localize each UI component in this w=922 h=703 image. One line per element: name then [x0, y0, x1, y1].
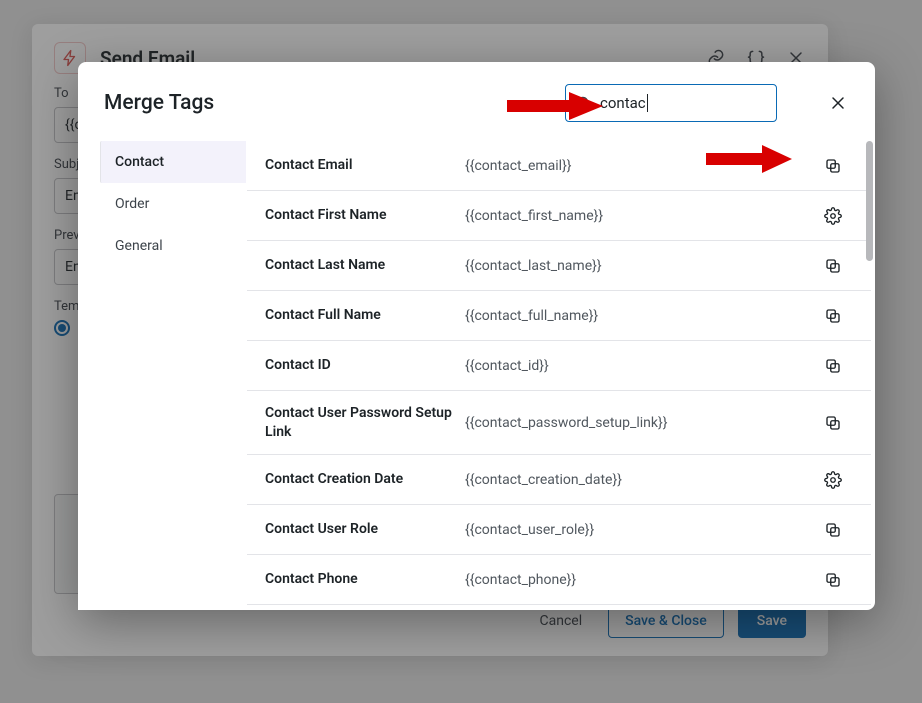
tag-token: {{contact_creation_date}} [465, 472, 819, 488]
modal-header: Merge Tags contac [78, 62, 875, 140]
modal-close-button[interactable] [827, 92, 849, 114]
modal-title: Merge Tags [104, 91, 214, 115]
tag-row: Contact Email{{contact_email}} [247, 141, 871, 191]
copy-icon[interactable] [819, 516, 847, 544]
tag-row: Contact Phone{{contact_phone}} [247, 555, 871, 605]
tag-name: Contact User Password Setup Link [265, 404, 465, 440]
category-item-order[interactable]: Order [100, 183, 246, 225]
category-list: ContactOrderGeneral [78, 141, 246, 610]
category-item-general[interactable]: General [100, 225, 246, 267]
merge-tags-modal: Merge Tags contac ContactOrderGeneral Co… [78, 62, 875, 610]
tag-name: Contact Creation Date [265, 470, 465, 488]
tag-name: Contact ID [265, 356, 465, 374]
tag-row: Contact Creation Date{{contact_creation_… [247, 455, 871, 505]
scrollbar-thumb[interactable] [866, 141, 873, 261]
search-field-wrap[interactable]: contac [565, 84, 777, 122]
search-icon [575, 95, 592, 112]
tag-row: Contact ID{{contact_id}} [247, 341, 871, 391]
tag-name: Contact Last Name [265, 256, 465, 274]
text-caret [647, 94, 648, 112]
tag-token: {{contact_email}} [465, 158, 819, 174]
tag-name: Contact Full Name [265, 306, 465, 324]
tag-name: Contact User Role [265, 520, 465, 538]
tag-row: Contact Full Name{{contact_full_name}} [247, 291, 871, 341]
tag-row: Contact User Password Setup Link{{contac… [247, 391, 871, 455]
tag-token: {{contact_id}} [465, 358, 819, 374]
copy-icon[interactable] [819, 409, 847, 437]
copy-icon[interactable] [819, 302, 847, 330]
tag-row: Contact User Role{{contact_user_role}} [247, 505, 871, 555]
search-input[interactable]: contac [600, 94, 646, 112]
tag-row: Contact First Name{{contact_first_name}} [247, 191, 871, 241]
copy-icon[interactable] [819, 252, 847, 280]
tag-token: {{contact_user_role}} [465, 522, 819, 538]
tag-name: Contact First Name [265, 206, 465, 224]
copy-icon[interactable] [819, 566, 847, 594]
tag-token: {{contact_password_setup_link}} [465, 415, 819, 431]
copy-icon[interactable] [819, 352, 847, 380]
tag-token: {{contact_full_name}} [465, 308, 819, 324]
tag-row: Contact Last Name{{contact_last_name}} [247, 241, 871, 291]
category-item-contact[interactable]: Contact [100, 141, 246, 183]
tag-name: Contact Email [265, 156, 465, 174]
copy-icon[interactable] [819, 152, 847, 180]
tag-name: Contact Phone [265, 570, 465, 588]
tag-list: Contact Email{{contact_email}} Contact F… [246, 141, 875, 610]
settings-icon[interactable] [819, 466, 847, 494]
tag-token: {{contact_first_name}} [465, 208, 819, 224]
settings-icon[interactable] [819, 202, 847, 230]
tag-token: {{contact_last_name}} [465, 258, 819, 274]
tag-token: {{contact_phone}} [465, 572, 819, 588]
